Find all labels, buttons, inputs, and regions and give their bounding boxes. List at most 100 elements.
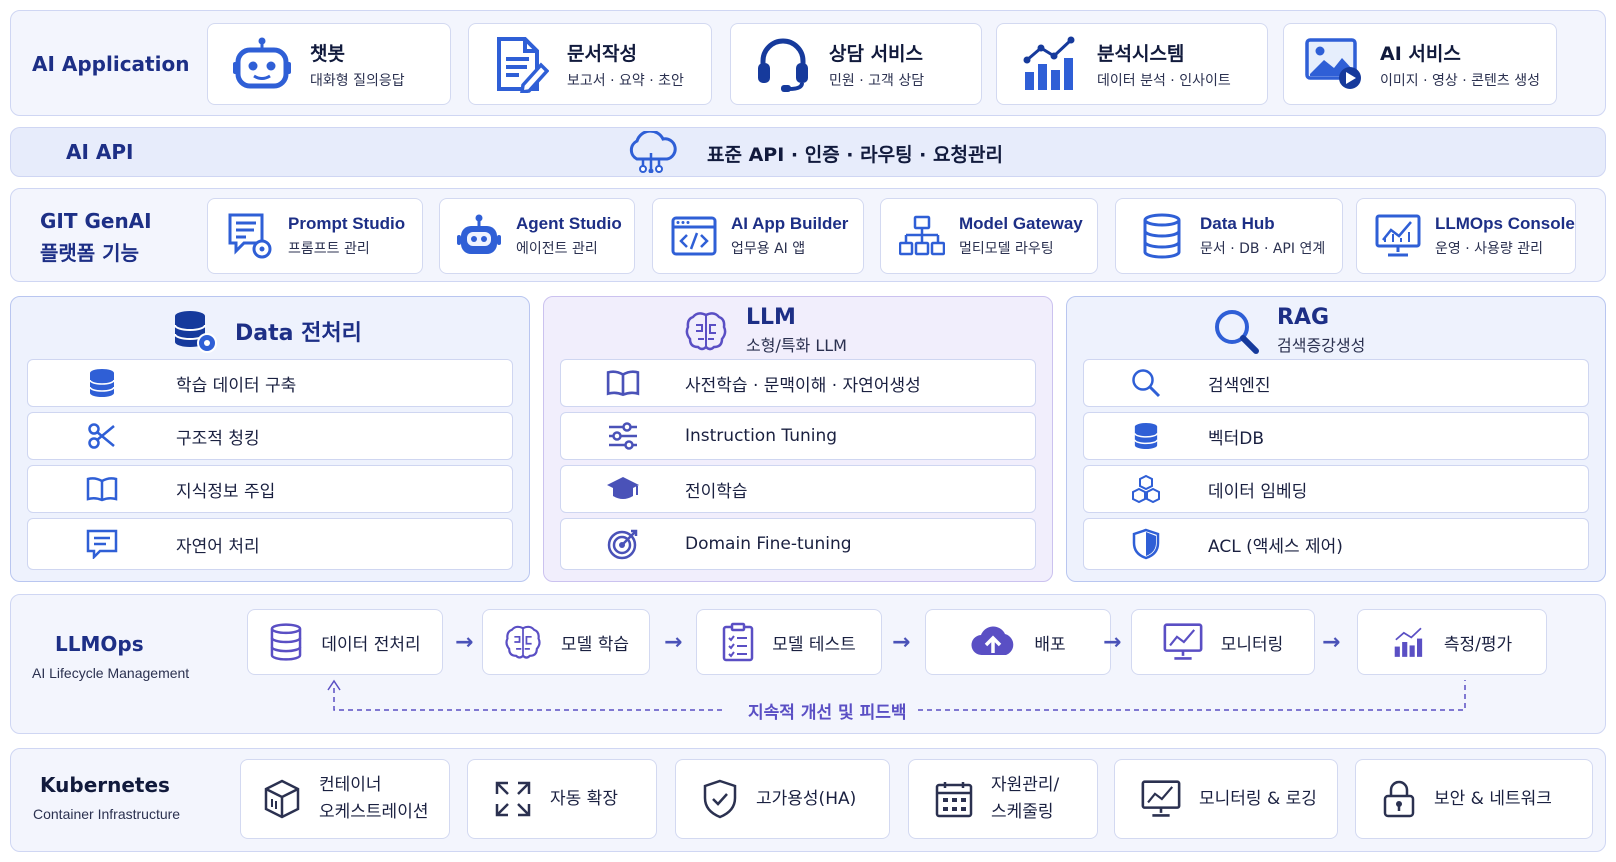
row-label: 검색엔진: [1208, 375, 1271, 396]
card-title: LLMOps Console: [1435, 214, 1575, 233]
target-icon: [607, 529, 638, 560]
panel-title: LLM 소형/특화 LLM: [684, 305, 847, 356]
api-description: 표준 API · 인증 · 라우팅 · 요청관리: [707, 144, 1003, 166]
flow-step-model-test[interactable]: 모델 테스트: [696, 609, 882, 675]
flow-arrow-icon: →: [664, 630, 683, 655]
panel-title-text: LLM: [746, 305, 796, 330]
bar-chart-icon: [1394, 627, 1422, 657]
row-label: 자연어 처리: [176, 536, 260, 557]
k8s-card-monitoring-logging[interactable]: 모니터링 & 로깅: [1114, 759, 1338, 839]
panel-row[interactable]: 구조적 청킹: [27, 412, 513, 460]
panel-row[interactable]: 사전학습 · 문맥이해 · 자연어생성: [560, 359, 1036, 407]
app-card-ai-service[interactable]: AI 서비스이미지 · 영상 · 콘텐츠 생성: [1283, 23, 1557, 105]
monitor-chart-icon: [1375, 214, 1421, 257]
llmops-title: LLMOps: [55, 632, 144, 656]
sliders-icon: [609, 422, 637, 450]
panel-row[interactable]: Domain Fine-tuning: [560, 518, 1036, 570]
llmops-subtitle: AI Lifecycle Management: [32, 665, 190, 681]
panel-row[interactable]: 검색엔진: [1083, 359, 1589, 407]
panel-title-text: RAG: [1277, 305, 1330, 330]
panel-row[interactable]: ACL (액세스 제어): [1083, 518, 1589, 570]
hierarchy-icon: [899, 215, 945, 256]
layer-title: AI API: [66, 140, 134, 164]
row-label: 지식정보 주입: [176, 481, 276, 502]
flow-arrow-icon: →: [892, 630, 911, 655]
clipboard-check-icon: [722, 622, 754, 662]
panel-row[interactable]: Instruction Tuning: [560, 412, 1036, 460]
flow-arrow-icon: →: [455, 630, 474, 655]
flow-step-data-preprocessing[interactable]: 데이터 전처리: [247, 609, 443, 675]
panel-row[interactable]: 벡터DB: [1083, 412, 1589, 460]
chat-lines-icon: [86, 529, 118, 559]
flow-step-deploy[interactable]: 배포: [925, 609, 1111, 675]
database-icon: [1134, 423, 1158, 449]
app-card-analysis[interactable]: 분석시스템 데이터 분석 · 인사이트: [996, 23, 1268, 105]
row-label: 학습 데이터 구축: [176, 375, 297, 396]
cloud-upload-icon: [971, 626, 1014, 656]
ai-api-layer: AI API 표준 API · 인증 · 라우팅 · 요청관리: [10, 127, 1606, 177]
row-label: 구조적 청킹: [176, 428, 260, 449]
card-subtitle: 운영 · 사용량 관리: [1435, 241, 1543, 257]
panel-row[interactable]: 자연어 처리: [27, 518, 513, 570]
search-icon: [1215, 309, 1259, 354]
panel-row[interactable]: 지식정보 주입: [27, 465, 513, 513]
platform-card-model-gateway[interactable]: Model Gateway 멀티모델 라우팅: [880, 198, 1098, 274]
card-subtitle: 민원 · 고객 상담: [829, 72, 925, 89]
row-label: 벡터DB: [1208, 428, 1265, 449]
row-label: 데이터 임베딩: [1208, 481, 1308, 502]
card-subtitle: 프롬프트 관리: [288, 241, 370, 257]
row-label: Domain Fine-tuning: [685, 534, 852, 554]
card-title: AI 서비스: [1380, 42, 1461, 65]
k8s-card-resource-scheduling[interactable]: 자원관리/ 스케줄링: [908, 759, 1098, 839]
database-icon: [271, 623, 302, 661]
card-label: 자동 확장: [550, 788, 618, 809]
panel-title-text: Data 전처리: [235, 321, 362, 346]
card-title: Agent Studio: [516, 214, 622, 233]
panel-rag: RAG 검색증강생성 검색엔진 벡터DB 데이터 임베딩 ACL (액세스 제어…: [1066, 296, 1606, 582]
card-label: 컨테이너 오케스트레이션: [319, 775, 429, 822]
panel-row[interactable]: 학습 데이터 구축: [27, 359, 513, 407]
k8s-card-autoscaling[interactable]: 자동 확장: [467, 759, 657, 839]
scissors-icon: [88, 423, 115, 449]
flow-step-monitoring[interactable]: 모니터링: [1131, 609, 1315, 675]
platform-card-prompt-studio[interactable]: Prompt Studio 프롬프트 관리: [207, 198, 423, 274]
feedback-label: 지속적 개선 및 피드백: [742, 698, 913, 723]
platform-card-agent-studio[interactable]: Agent Studio 에이전트 관리: [439, 198, 635, 274]
k8s-card-high-availability[interactable]: 고가용성(HA): [675, 759, 890, 839]
brain-chip-icon: [685, 311, 727, 350]
panel-title: Data 전처리: [173, 309, 362, 353]
card-label: 자원관리/ 스케줄링: [991, 775, 1060, 822]
panel-row[interactable]: 데이터 임베딩: [1083, 465, 1589, 513]
step-label: 데이터 전처리: [321, 634, 421, 655]
card-label: 고가용성(HA): [756, 788, 857, 809]
shield-icon: [1132, 528, 1160, 560]
app-card-chatbot[interactable]: 챗봇 대화형 질의응답: [207, 23, 451, 105]
book-icon: [86, 477, 118, 502]
monitor-chart-icon: [1163, 623, 1203, 660]
k8s-card-security-network[interactable]: 보안 & 네트워크: [1355, 759, 1593, 839]
flow-step-evaluation[interactable]: 측정/평가: [1357, 609, 1547, 675]
platform-card-data-hub[interactable]: Data Hub 문서 · DB · API 연계: [1115, 198, 1343, 274]
kubernetes-title: Kubernetes: [40, 773, 170, 797]
card-subtitle: 데이터 분석 · 인사이트: [1097, 72, 1231, 89]
flow-arrow-icon: →: [1322, 630, 1341, 655]
k8s-card-orchestration[interactable]: 컨테이너 오케스트레이션: [240, 759, 450, 839]
platform-card-llmops-console[interactable]: LLMOps Console 운영 · 사용량 관리: [1356, 198, 1576, 274]
card-subtitle: 이미지 · 영상 · 콘텐츠 생성: [1380, 72, 1540, 89]
platform-card-ai-app-builder[interactable]: AI App Builder 업무용 AI 앱: [652, 198, 864, 274]
card-label: 보안 & 네트워크: [1434, 788, 1552, 809]
row-label: 전이학습: [685, 481, 748, 502]
panel-subtitle: 소형/특화 LLM: [746, 336, 847, 355]
flow-step-model-training[interactable]: 모델 학습: [482, 609, 650, 675]
app-card-document[interactable]: 문서작성 보고서 · 요약 · 초안: [468, 23, 712, 105]
panel-row[interactable]: 전이학습: [560, 465, 1036, 513]
card-title: 문서작성: [567, 42, 637, 65]
row-label: 사전학습 · 문맥이해 · 자연어생성: [685, 375, 921, 396]
row-label: ACL (액세스 제어): [1208, 536, 1343, 557]
headset-icon: [758, 38, 808, 92]
card-title: Data Hub: [1200, 214, 1275, 233]
card-title: 상담 서비스: [829, 42, 924, 65]
step-label: 배포: [1034, 634, 1066, 655]
database-icon: [1143, 213, 1181, 259]
app-card-consulting[interactable]: 상담 서비스민원 · 고객 상담: [730, 23, 982, 105]
